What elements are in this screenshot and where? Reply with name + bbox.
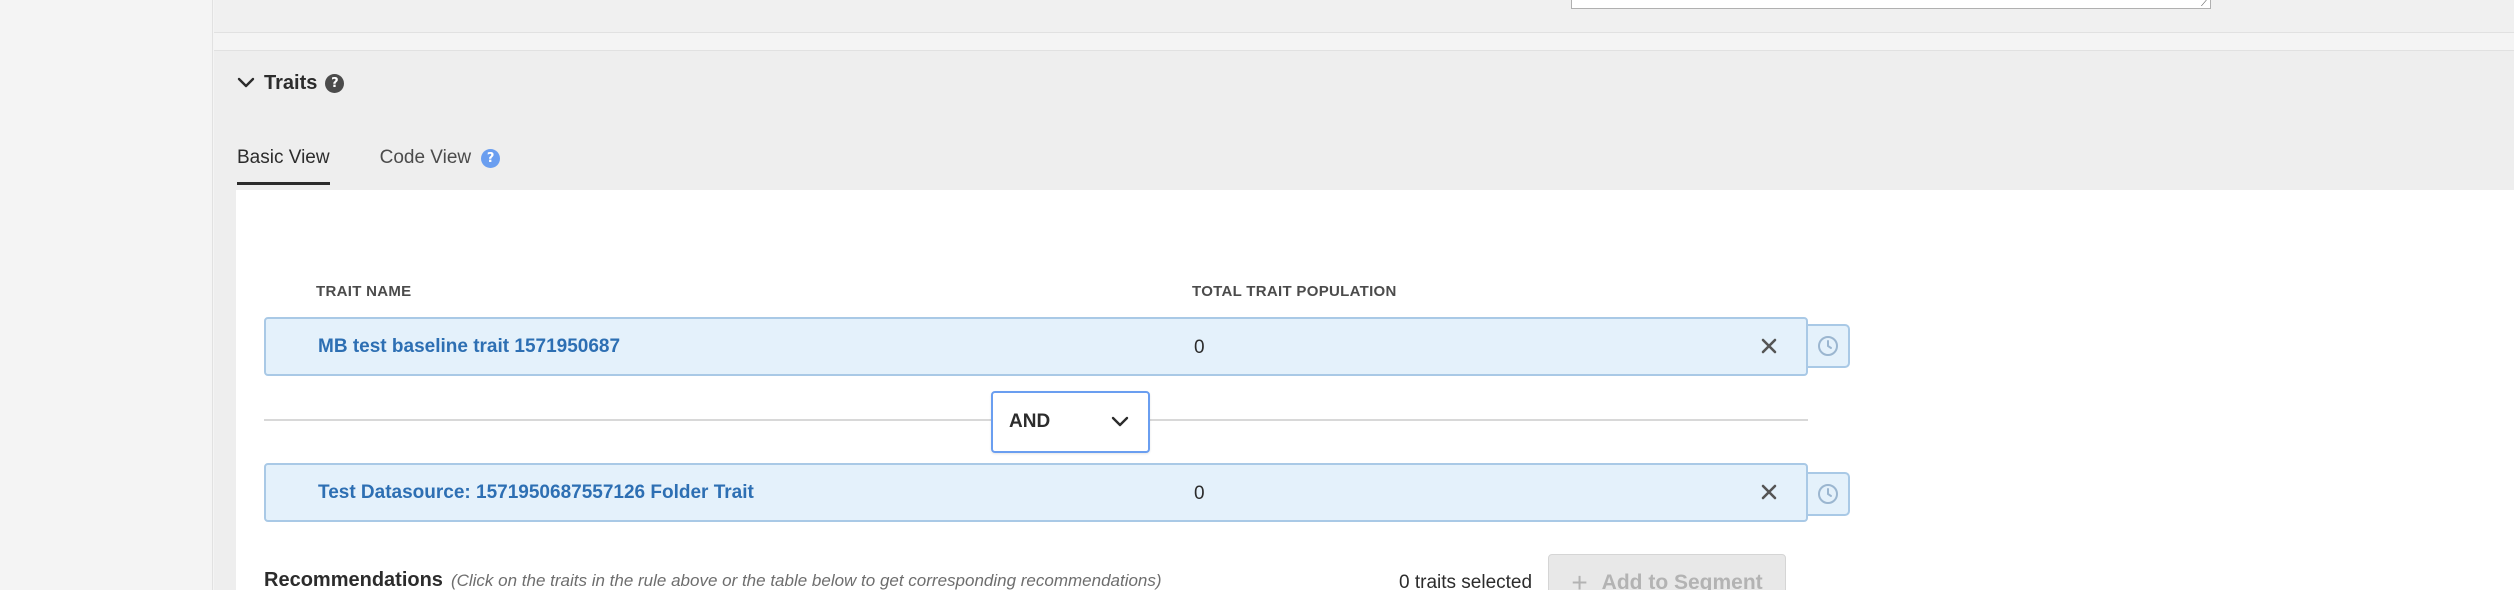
previous-section-panel: ⟋ [214,0,2514,33]
clock-icon [1818,336,1838,356]
view-tabs: Basic View Code View ? [237,145,501,185]
operator-selected-value: AND [1009,411,1051,432]
traits-selected-count: 0 traits selected [1399,572,1533,590]
close-icon [1761,484,1777,500]
close-icon [1761,338,1777,354]
remove-trait-icon[interactable] [1754,331,1784,361]
tab-basic-view[interactable]: Basic View [237,145,330,185]
tab-code-view-label: Code View [379,147,472,168]
chevron-down-icon [1111,416,1129,427]
resize-grip-icon[interactable]: ⟋ [2201,0,2208,9]
chevron-down-icon [237,77,255,88]
add-to-segment-button[interactable]: + Add to Segment [1548,554,1786,590]
recency-frequency-button[interactable] [1806,324,1850,368]
plus-icon: + [1571,567,1588,590]
tab-basic-view-label: Basic View [237,147,330,168]
recommendations-header: Recommendations (Click on the traits in … [264,569,1162,590]
operator-select[interactable]: AND [991,391,1150,453]
code-view-help-icon[interactable]: ? [481,149,501,168]
help-icon[interactable]: ? [325,73,345,93]
recommendations-title: Recommendations [264,569,443,590]
tab-code-view[interactable]: Code View ? [380,145,501,185]
clock-icon [1818,484,1838,504]
traits-section-toggle[interactable]: Traits ? [236,71,345,95]
traits-title: Traits [264,71,318,94]
trait-population: 0 [1194,337,1205,358]
trait-name-link[interactable]: MB test baseline trait 1571950687 [318,336,620,358]
trait-row[interactable]: MB test baseline trait 1571950687 0 [264,317,1808,376]
add-to-segment-label: Add to Segment [1601,571,1763,590]
trait-name-link[interactable]: Test Datasource: 1571950687557126 Folder… [318,482,754,504]
trait-row[interactable]: Test Datasource: 1571950687557126 Folder… [264,463,1808,522]
left-gutter [0,0,213,590]
basic-view-content: TRAIT NAME TOTAL TRAIT POPULATION MB tes… [236,190,2514,590]
remove-trait-icon[interactable] [1754,477,1784,507]
column-header-trait-name: TRAIT NAME [316,283,412,300]
column-header-population: TOTAL TRAIT POPULATION [1192,283,1397,300]
trait-population: 0 [1194,483,1205,504]
description-textarea[interactable]: ⟋ [1571,0,2211,9]
recency-frequency-button[interactable] [1806,472,1850,516]
traits-panel: Traits ? Basic View Code View ? TRAIT NA… [214,50,2514,590]
recommendations-hint: (Click on the traits in the rule above o… [450,571,1162,590]
